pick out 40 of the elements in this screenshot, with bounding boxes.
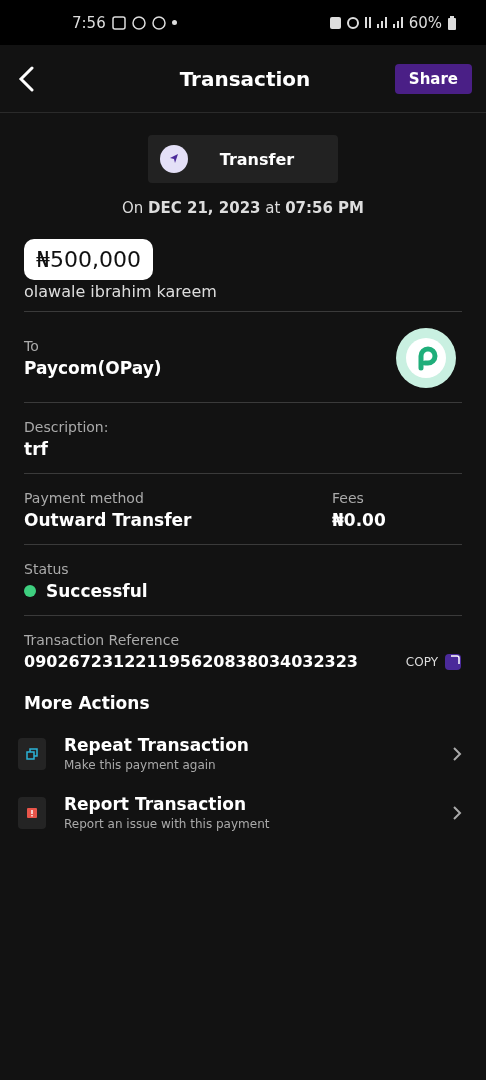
sender-name: olawale ibrahim kareem xyxy=(24,282,462,312)
battery-icon xyxy=(448,15,456,30)
bank-logo-icon xyxy=(396,328,456,388)
fees-value: ₦0.00 xyxy=(332,510,387,530)
send-icon xyxy=(160,145,188,173)
section-heading: More Actions xyxy=(24,693,151,713)
action-subtitle: Report an issue with this payment xyxy=(64,817,271,831)
status-value: Successful xyxy=(46,581,148,601)
page-title: Transaction xyxy=(179,66,311,91)
action-title: Report Transaction xyxy=(64,794,247,814)
signal-icon xyxy=(392,17,403,28)
recipient-name: Paycom(OPay) xyxy=(24,358,163,378)
field-label: To xyxy=(24,338,40,354)
field-label: Status xyxy=(24,561,70,577)
transaction-date: On DEC 21, 2023 at 07:56 PM xyxy=(120,199,366,217)
field-label: Fees xyxy=(332,490,365,506)
reference-number: 090267231221195620838034032323 xyxy=(24,652,359,671)
copy-button[interactable]: COPY xyxy=(405,654,438,669)
chevron-right-icon xyxy=(452,745,462,762)
payment-method-value: Outward Transfer xyxy=(24,510,193,530)
field-label: Payment method xyxy=(24,490,145,506)
amount-badge: ₦500,000 xyxy=(24,239,153,280)
share-button[interactable]: Share xyxy=(394,63,472,94)
back-icon[interactable] xyxy=(18,65,34,92)
signal-icon xyxy=(376,17,387,28)
battery-percent: 60% xyxy=(408,13,442,32)
field-label: Transaction Reference xyxy=(24,632,181,648)
field-label: Description: xyxy=(24,419,110,435)
action-title: Repeat Transaction xyxy=(64,735,250,755)
action-icon xyxy=(18,796,46,829)
action-subtitle: Make this payment again xyxy=(64,758,217,772)
status-time: 7:56 xyxy=(72,13,106,32)
action-item[interactable]: Repeat Transaction Make this payment again xyxy=(18,735,462,772)
transaction-type: Transfer xyxy=(218,149,296,169)
action-item[interactable]: Report Transaction Report an issue with this payment xyxy=(18,794,462,831)
description-value: trf xyxy=(24,439,49,459)
dot-icon xyxy=(171,20,177,25)
copy-icon[interactable] xyxy=(444,652,462,671)
chevron-right-icon xyxy=(452,804,462,821)
action-icon xyxy=(18,737,46,770)
